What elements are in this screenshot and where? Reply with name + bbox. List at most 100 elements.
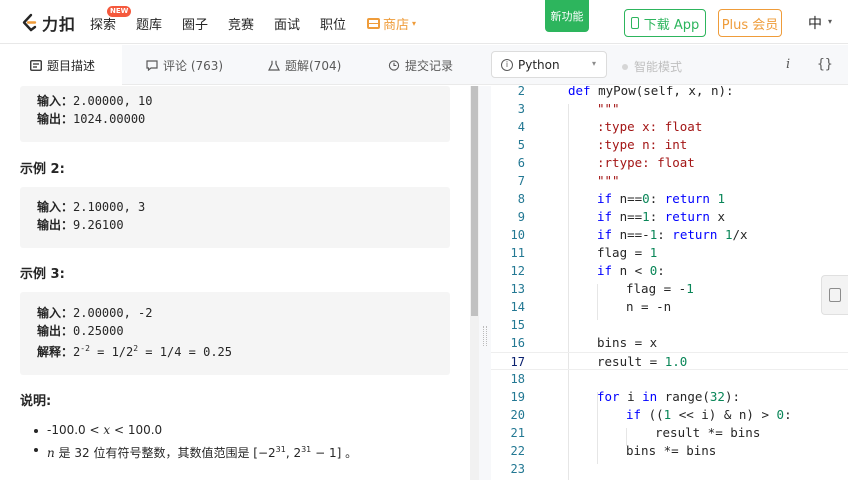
note-1-left: -100.0 < [47,423,104,437]
explanation-tail: = 1/4 = 0.25 [138,345,232,359]
input-value: 2.00000, 10 [73,94,153,108]
code-text: :rtype: float [597,155,695,170]
example-2-output: 输出：9.26100 [37,216,450,234]
nav-shop[interactable]: 商店 ▾ [367,14,416,33]
code-line[interactable]: 8 if n==0: return 1 [491,190,848,208]
tab-comments-label: 评论 (763) [163,58,224,73]
splitter-grip-icon[interactable] [483,326,487,346]
download-app-label: 下载 App [643,17,700,33]
code-line[interactable]: 9 if n==1: return x [491,208,848,226]
line-number: 23 [510,462,525,476]
language-switch[interactable]: 中 [808,13,822,33]
tab-comments[interactable]: 评论 (763) [146,45,223,85]
nav-jobs[interactable]: 职位 [320,14,346,33]
explanation-value: 2-2 = 1/22 = 1/4 = 0.25 [73,344,232,359]
input-value: 2.10000, 3 [73,200,146,214]
code-line[interactable]: 16 bins = x [491,334,848,352]
tab-solutions[interactable]: 题解(704) [268,45,341,85]
note-2-exponent-2: 31 [301,445,312,454]
code-line[interactable]: 13 flag = -1 [491,280,848,298]
code-line[interactable]: 5:type n: int [491,136,848,154]
example-3-box: 输入：2.00000, -2 输出：0.25000 解释：2-2 = 1/22 … [20,292,450,375]
smart-mode-label: 智能模式 [634,60,683,74]
language-select[interactable]: i Python ▾ [491,51,607,78]
line-number: 13 [510,282,525,296]
code-line[interactable]: 10 if n==-1: return 1/x [491,226,848,244]
example-2-input: 输入：2.10000, 3 [37,198,450,216]
line-number: 22 [510,444,525,458]
code-line[interactable]: 4 :type x: float [491,118,848,136]
code-line[interactable]: 23 [491,460,848,478]
code-text: if n < 0: [597,263,665,278]
code-line[interactable]: 20 if ((1 << i) & n) > 0: [491,406,848,424]
line-number: 8 [517,192,525,206]
code-text: flag = -1 [626,281,694,296]
code-line[interactable]: 15 [491,316,848,334]
tab-solutions-label: 题解(704) [285,58,342,73]
problem-description: 输入：2.00000, 10 输出：1024.00000 示例 2: 输入：2.… [0,86,480,480]
plus-member-button[interactable]: Plus 会员 [718,9,782,37]
format-code-button[interactable]: {} [817,57,833,72]
scrollbar-thumb[interactable] [471,86,478,316]
chevron-down-icon: ▾ [828,17,833,26]
new-feature-button[interactable]: 新功能 [545,0,589,32]
comment-icon [146,59,158,71]
code-text: :type x: float [597,119,703,134]
code-line[interactable]: 2 def myPow(self, x, n): [491,86,848,100]
code-line[interactable]: 19 for i in range(32): [491,388,848,406]
code-line[interactable]: 12 if n < 0: [491,262,848,280]
input-value: 2.00000, -2 [73,306,153,320]
output-value: 0.25000 [73,324,124,338]
info-button[interactable]: i [786,57,790,72]
leetcode-logo-icon [22,13,37,32]
example-3-explanation: 解释：2-2 = 1/22 = 1/4 = 0.25 [37,340,450,359]
code-line[interactable]: 7 """ [491,172,848,190]
code-line[interactable]: 18 [491,370,848,388]
note-1-right: < 100.0 [110,423,163,437]
smart-mode-toggle[interactable]: 智能模式 [622,58,682,75]
note-2-tail: − 1] 。 [311,446,358,460]
code-line[interactable]: 17 result = 1.0 [491,352,848,370]
description-scrollbar[interactable] [470,86,479,480]
code-text: bins = x [597,335,658,350]
input-label: 输入： [37,306,74,320]
code-line[interactable]: 11 flag = 1 [491,244,848,262]
line-number: 3 [517,102,525,116]
line-number: 10 [510,228,525,242]
logo-text: 力扣 [42,15,77,34]
feedback-button[interactable] [821,275,848,315]
top-navbar: 力扣 探索 NEW 题库 圈子 竞赛 面试 职位 商店 ▾ 新功能 下载 App… [0,0,848,44]
line-number: 4 [517,120,525,134]
leetcode-logo[interactable]: 力扣 [20,11,76,35]
smart-mode-dot [622,63,628,70]
line-number: 12 [510,264,525,278]
flask-icon [268,60,280,71]
notes-title: 说明: [20,394,52,409]
nav-contest[interactable]: 竞赛 [228,14,254,33]
code-line[interactable]: 14 n = -n [491,298,848,316]
line-number: 9 [517,210,525,224]
nav-interview[interactable]: 面试 [274,14,300,33]
nav-problems[interactable]: 题库 [136,14,162,33]
code-text: if n==-1: return 1/x [597,227,748,242]
tab-submissions[interactable]: 提交记录 [388,45,453,85]
pane-splitter[interactable] [479,86,491,480]
chevron-down-icon: ▾ [591,59,596,68]
input-label: 输入： [37,200,74,214]
code-line[interactable]: 6:rtype: float [491,154,848,172]
example-1-input: 输入：2.00000, 10 [37,92,450,110]
line-number: 16 [510,336,525,350]
output-label: 输出： [37,324,74,338]
note-2-exponent: 31 [275,445,286,454]
download-app-button[interactable]: 下载 App [624,9,706,37]
nav-shop-label: 商店 [383,18,410,33]
code-editor[interactable]: 2 def myPow(self, x, n): 3 """ 4 :type x: flo… [491,86,848,480]
tab-description[interactable]: 题目描述 [0,45,122,85]
code-line[interactable]: 22 bins *= bins [491,442,848,460]
code-line[interactable]: 3 """ [491,100,848,118]
nav-circle[interactable]: 圈子 [182,14,208,33]
output-value: 1024.00000 [73,112,146,126]
explanation-exponent: -2 [80,344,90,353]
notes-list: -100.0 < x < 100.0 n 是 32 位有符号整数，其数值范围是 … [33,421,358,460]
code-line[interactable]: 21 result *= bins [491,424,848,442]
